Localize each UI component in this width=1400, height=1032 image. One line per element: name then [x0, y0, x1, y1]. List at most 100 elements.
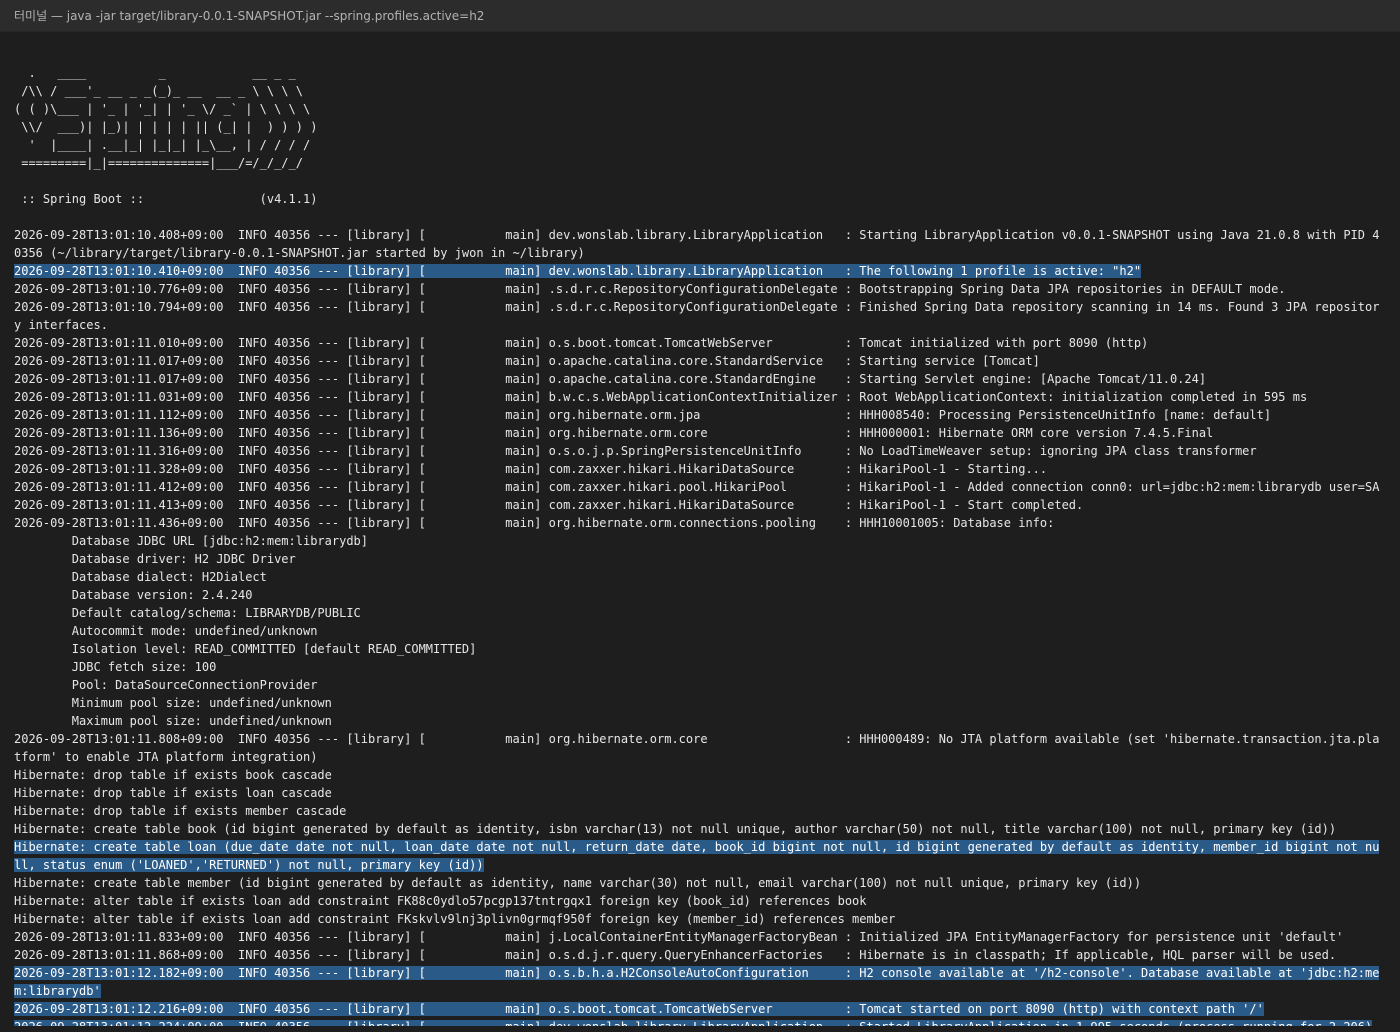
- terminal-line: 2026-09-28T13:01:11.868+09:00 INFO 40356…: [14, 946, 1386, 964]
- selected-line-text: Hibernate: create table loan (due_date d…: [14, 840, 1380, 854]
- line-text: tform' to enable JTA platform integratio…: [14, 750, 318, 764]
- line-text: 2026-09-28T13:01:11.316+09:00 INFO 40356…: [14, 444, 1257, 458]
- terminal-line: Isolation level: READ_COMMITTED [default…: [14, 640, 1386, 658]
- line-text: Minimum pool size: undefined/unknown: [14, 696, 332, 710]
- terminal-line: 2026-09-28T13:01:11.010+09:00 INFO 40356…: [14, 334, 1386, 352]
- selected-line-text: 2026-09-28T13:01:10.410+09:00 INFO 40356…: [14, 264, 1142, 278]
- line-text: 2026-09-28T13:01:11.136+09:00 INFO 40356…: [14, 426, 1214, 440]
- terminal-window: 터미널 — java -jar target/library-0.0.1-SNA…: [0, 0, 1400, 1032]
- selected-line-text: ll, status enum ('LOANED','RETURNED') no…: [14, 858, 484, 872]
- line-text: . ____ _ __ _ _: [14, 66, 296, 80]
- terminal-line: /\\ / ___'_ __ _ _(_)_ __ __ _ \ \ \ \: [14, 82, 1386, 100]
- terminal-line: m:librarydb': [14, 982, 1386, 1000]
- line-text: 2026-09-28T13:01:11.112+09:00 INFO 40356…: [14, 408, 1272, 422]
- terminal-line: 2026-09-28T13:01:10.776+09:00 INFO 40356…: [14, 280, 1386, 298]
- terminal-line: 2026-09-28T13:01:12.216+09:00 INFO 40356…: [14, 1000, 1386, 1018]
- line-text: 2026-09-28T13:01:11.808+09:00 INFO 40356…: [14, 732, 1380, 746]
- line-text: 2026-09-28T13:01:11.017+09:00 INFO 40356…: [14, 372, 1207, 386]
- line-text: Hibernate: alter table if exists loan ad…: [14, 912, 896, 926]
- terminal-line: JDBC fetch size: 100: [14, 658, 1386, 676]
- terminal-line: Database driver: H2 JDBC Driver: [14, 550, 1386, 568]
- terminal-line: Hibernate: drop table if exists book cas…: [14, 766, 1386, 784]
- terminal-line: 2026-09-28T13:01:12.182+09:00 INFO 40356…: [14, 964, 1386, 982]
- terminal-line: tform' to enable JTA platform integratio…: [14, 748, 1386, 766]
- terminal-line: Hibernate: create table book (id bigint …: [14, 820, 1386, 838]
- terminal-line: :: Spring Boot :: (v4.1.1): [14, 190, 1386, 208]
- line-text: 2026-09-28T13:01:11.017+09:00 INFO 40356…: [14, 354, 1040, 368]
- terminal-line: Hibernate: alter table if exists loan ad…: [14, 892, 1386, 910]
- line-text: Hibernate: create table book (id bigint …: [14, 822, 1337, 836]
- line-text: Hibernate: create table member (id bigin…: [14, 876, 1142, 890]
- selected-line-text: 2026-09-28T13:01:12.182+09:00 INFO 40356…: [14, 966, 1380, 980]
- line-text: 2026-09-28T13:01:11.031+09:00 INFO 40356…: [14, 390, 1308, 404]
- line-text: Maximum pool size: undefined/unknown: [14, 714, 332, 728]
- line-text: ( ( )\___ | '_ | '_| | '_ \/ _` | \ \ \ …: [14, 102, 311, 116]
- selected-line-text: m:librarydb': [14, 984, 101, 998]
- line-text: \\/ ___)| |_)| | | | | || (_| | ) ) ) ): [14, 120, 318, 134]
- terminal-line: 2026-09-28T13:01:10.794+09:00 INFO 40356…: [14, 298, 1386, 316]
- terminal-line: 2026-09-28T13:01:11.136+09:00 INFO 40356…: [14, 424, 1386, 442]
- terminal-line: y interfaces.: [14, 316, 1386, 334]
- line-text: 2026-09-28T13:01:11.833+09:00 INFO 40356…: [14, 930, 1344, 944]
- terminal-line: 0356 (~/library/target/library-0.0.1-SNA…: [14, 244, 1386, 262]
- line-text: Database JDBC URL [jdbc:h2:mem:librarydb…: [14, 534, 369, 548]
- terminal-line: 2026-09-28T13:01:11.833+09:00 INFO 40356…: [14, 928, 1386, 946]
- terminal-line: 2026-09-28T13:01:10.408+09:00 INFO 40356…: [14, 226, 1386, 244]
- line-text: Hibernate: drop table if exists member c…: [14, 804, 347, 818]
- line-text: Hibernate: drop table if exists loan cas…: [14, 786, 332, 800]
- window-title: 터미널 — java -jar target/library-0.0.1-SNA…: [14, 9, 485, 23]
- terminal-line: 2026-09-28T13:01:11.328+09:00 INFO 40356…: [14, 460, 1386, 478]
- terminal-line: 2026-09-28T13:01:11.112+09:00 INFO 40356…: [14, 406, 1386, 424]
- terminal-line: ' |____| .__|_| |_|_| |_\__, | / / / /: [14, 136, 1386, 154]
- selected-line-text: 2026-09-28T13:01:12.224+09:00 INFO 40356…: [14, 1020, 1373, 1026]
- terminal-output[interactable]: . ____ _ __ _ _ /\\ / ___'_ __ _ _(_)_ _…: [14, 46, 1386, 1026]
- line-text: 2026-09-28T13:01:11.868+09:00 INFO 40356…: [14, 948, 1337, 962]
- terminal-line: 2026-09-28T13:01:11.412+09:00 INFO 40356…: [14, 478, 1386, 496]
- line-text: Default catalog/schema: LIBRARYDB/PUBLIC: [14, 606, 361, 620]
- line-text: 2026-09-28T13:01:10.794+09:00 INFO 40356…: [14, 300, 1380, 314]
- terminal-line: Hibernate: alter table if exists loan ad…: [14, 910, 1386, 928]
- line-text: 2026-09-28T13:01:11.328+09:00 INFO 40356…: [14, 462, 1048, 476]
- terminal-line: 2026-09-28T13:01:11.031+09:00 INFO 40356…: [14, 388, 1386, 406]
- line-text: Pool: DataSourceConnectionProvider: [14, 678, 318, 692]
- terminal-line: Database JDBC URL [jdbc:h2:mem:librarydb…: [14, 532, 1386, 550]
- line-text: 2026-09-28T13:01:10.408+09:00 INFO 40356…: [14, 228, 1380, 242]
- terminal-line: =========|_|==============|___/=/_/_/_/: [14, 154, 1386, 172]
- terminal-line: 2026-09-28T13:01:11.017+09:00 INFO 40356…: [14, 352, 1386, 370]
- terminal-line: Minimum pool size: undefined/unknown: [14, 694, 1386, 712]
- line-text: ' |____| .__|_| |_|_| |_\__, | / / / /: [14, 138, 311, 152]
- window-titlebar[interactable]: 터미널 — java -jar target/library-0.0.1-SNA…: [0, 0, 1400, 32]
- terminal-line: Pool: DataSourceConnectionProvider: [14, 676, 1386, 694]
- terminal-line: Database dialect: H2Dialect: [14, 568, 1386, 586]
- terminal-line: 2026-09-28T13:01:11.413+09:00 INFO 40356…: [14, 496, 1386, 514]
- line-text: Hibernate: drop table if exists book cas…: [14, 768, 332, 782]
- terminal-line: 2026-09-28T13:01:11.436+09:00 INFO 40356…: [14, 514, 1386, 532]
- terminal-line: 2026-09-28T13:01:10.410+09:00 INFO 40356…: [14, 262, 1386, 280]
- line-text: Database driver: H2 JDBC Driver: [14, 552, 296, 566]
- terminal-line: Default catalog/schema: LIBRARYDB/PUBLIC: [14, 604, 1386, 622]
- terminal-line: Hibernate: create table member (id bigin…: [14, 874, 1386, 892]
- terminal-line: Autocommit mode: undefined/unknown: [14, 622, 1386, 640]
- terminal-line: \\/ ___)| |_)| | | | | || (_| | ) ) ) ): [14, 118, 1386, 136]
- line-text: Isolation level: READ_COMMITTED [default…: [14, 642, 477, 656]
- line-text: =========|_|==============|___/=/_/_/_/: [14, 156, 303, 170]
- line-text: 2026-09-28T13:01:11.413+09:00 INFO 40356…: [14, 498, 1084, 512]
- terminal-line: ll, status enum ('LOANED','RETURNED') no…: [14, 856, 1386, 874]
- line-text: :: Spring Boot :: (v4.1.1): [14, 192, 318, 206]
- line-text: Database dialect: H2Dialect: [14, 570, 267, 584]
- terminal-line: Hibernate: drop table if exists loan cas…: [14, 784, 1386, 802]
- line-text: /\\ / ___'_ __ _ _(_)_ __ __ _ \ \ \ \: [14, 84, 303, 98]
- terminal-line: 2026-09-28T13:01:11.808+09:00 INFO 40356…: [14, 730, 1386, 748]
- line-text: Hibernate: alter table if exists loan ad…: [14, 894, 867, 908]
- line-text: 2026-09-28T13:01:11.010+09:00 INFO 40356…: [14, 336, 1149, 350]
- terminal-line: ( ( )\___ | '_ | '_| | '_ \/ _` | \ \ \ …: [14, 100, 1386, 118]
- terminal-line: 2026-09-28T13:01:11.017+09:00 INFO 40356…: [14, 370, 1386, 388]
- line-text: JDBC fetch size: 100: [14, 660, 217, 674]
- line-text: y interfaces.: [14, 318, 108, 332]
- terminal-line: 2026-09-28T13:01:12.224+09:00 INFO 40356…: [14, 1018, 1386, 1026]
- line-text: 0356 (~/library/target/library-0.0.1-SNA…: [14, 246, 585, 260]
- line-text: Autocommit mode: undefined/unknown: [14, 624, 318, 638]
